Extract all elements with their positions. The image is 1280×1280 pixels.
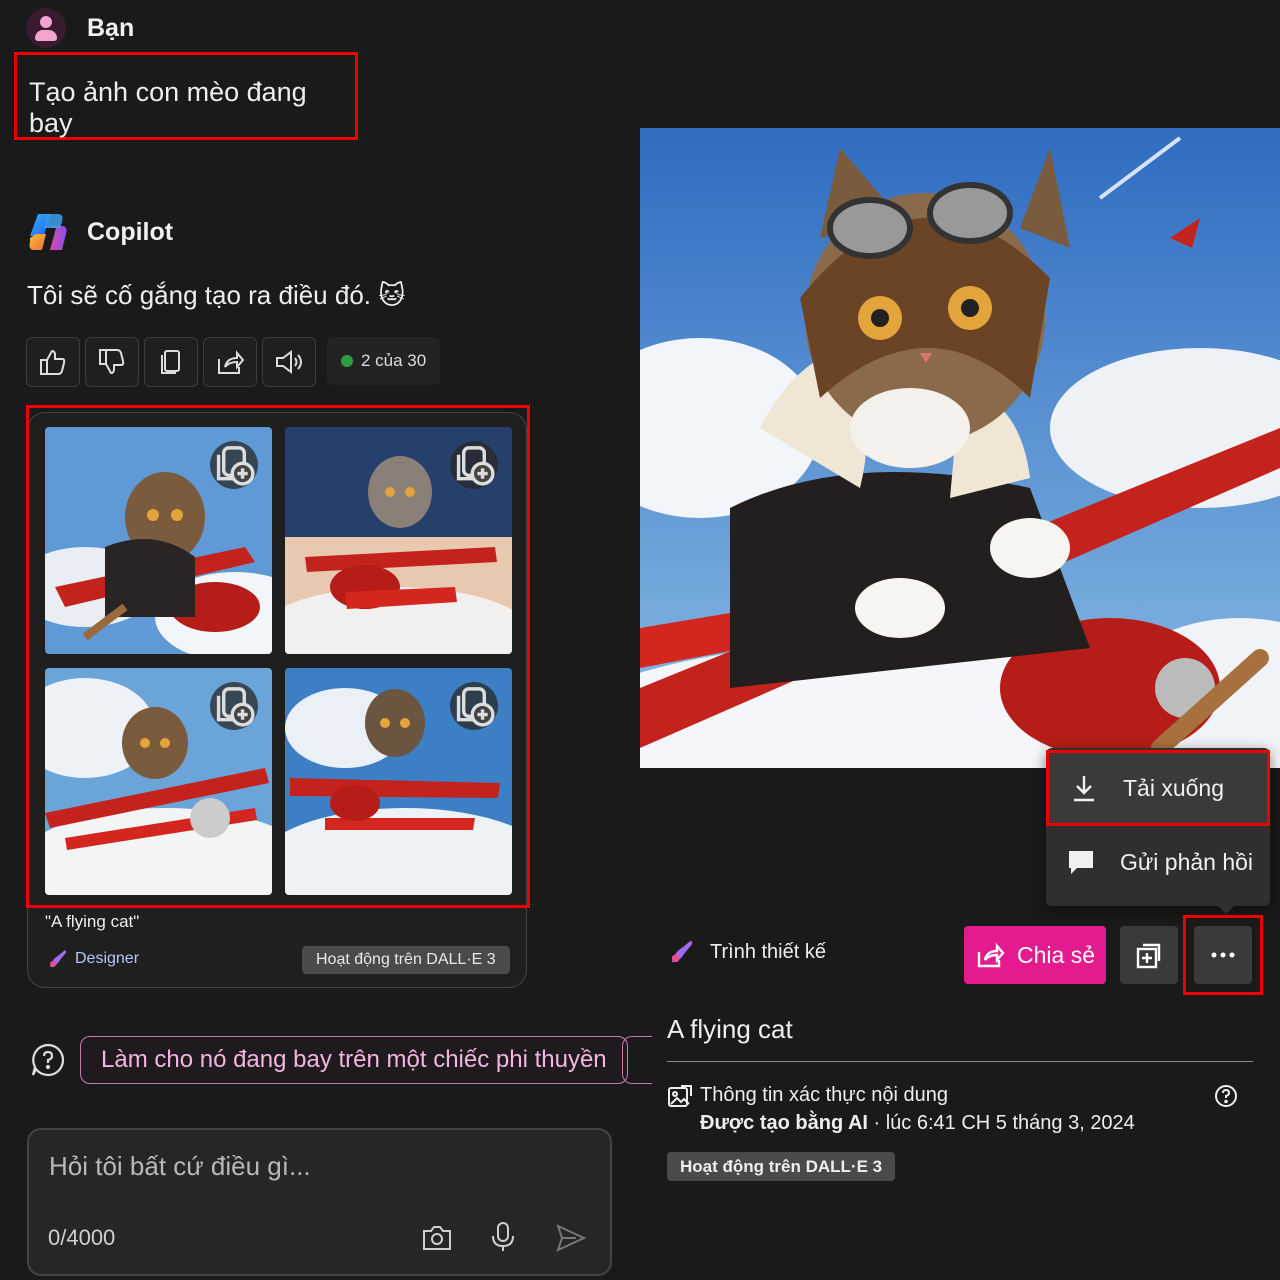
suggestion-chip-next[interactable]: [622, 1036, 652, 1084]
user-message: Tạo ảnh con mèo đang bay: [14, 52, 358, 140]
download-label: Tải xuống: [1123, 774, 1225, 801]
share-icon: [977, 942, 1005, 968]
response-actions: 2 của 30: [26, 337, 441, 387]
designer-icon: [671, 940, 693, 963]
dislike-button[interactable]: [85, 337, 139, 387]
copilot-logo-icon: [29, 214, 67, 250]
feedback-label: Gửi phản hồi: [1120, 848, 1254, 875]
dislike-icon: [99, 349, 125, 375]
designer-link[interactable]: Designer: [47, 948, 139, 970]
copilot-name: Copilot: [87, 218, 174, 246]
suggestion-chip[interactable]: Làm cho nó đang bay trên một chiếc phi t…: [80, 1036, 628, 1084]
dalle-badge: Hoạt động trên DALL·E 3: [667, 1152, 896, 1181]
collection-add-icon: [1136, 943, 1161, 969]
image-title: A flying cat: [667, 1014, 793, 1044]
char-count: 0/4000: [48, 1225, 116, 1250]
designer-label: Designer: [75, 950, 140, 967]
share-icon: [218, 350, 245, 374]
chat-input-box: [27, 1128, 612, 1276]
share-button[interactable]: Chia sẻ: [964, 926, 1106, 984]
copy-icon: [161, 350, 180, 374]
designer-app-label[interactable]: Trình thiết kế: [668, 938, 826, 966]
status-dot: [341, 355, 353, 367]
like-icon: [40, 349, 66, 375]
download-menu-item[interactable]: Tải xuống: [1046, 750, 1270, 826]
flying-cat-large-image: [640, 128, 1280, 768]
copilot-reply: Tôi sẽ cố gắng tạo ra điều đó. 🐱: [27, 280, 406, 310]
download-icon: [1074, 776, 1094, 802]
more-options-highlight: [1183, 915, 1263, 995]
content-credentials-detail: Được tạo bằng AI · lúc 6:41 CH 5 tháng 3…: [700, 1112, 1135, 1135]
content-credentials-icon: [668, 1085, 692, 1107]
camera-icon[interactable]: [420, 1221, 454, 1255]
dalle-badge: Hoạt động trên DALL·E 3: [302, 946, 510, 974]
user-avatar: [26, 8, 66, 48]
image-grid-highlight: [26, 405, 530, 908]
generated-time: · lúc 6:41 CH 5 tháng 3, 2024: [867, 1112, 1135, 1134]
counter-text: 2 của 30: [361, 351, 427, 370]
user-name: Bạn: [87, 14, 135, 42]
content-credentials-title: Thông tin xác thực nội dung: [700, 1084, 948, 1106]
help-icon[interactable]: [1214, 1084, 1238, 1108]
menu-pointer: [1216, 904, 1236, 914]
share-button[interactable]: [203, 337, 257, 387]
divider: [667, 1061, 1253, 1062]
copy-button[interactable]: [144, 337, 198, 387]
response-counter: 2 của 30: [327, 337, 441, 385]
more-options-menu: Tải xuống Gửi phản hồi: [1046, 748, 1270, 906]
share-label: Chia sẻ: [1017, 941, 1095, 968]
speaker-icon: [276, 350, 302, 374]
designer-app-name: Trình thiết kế: [710, 940, 826, 963]
designer-icon: [50, 950, 66, 967]
feedback-icon: [1069, 851, 1093, 874]
ai-generated-label: Được tạo bằng AI: [700, 1112, 868, 1134]
image-caption: "A flying cat": [45, 912, 140, 931]
like-button[interactable]: [26, 337, 80, 387]
selected-image-preview[interactable]: [640, 128, 1280, 768]
read-aloud-button[interactable]: [262, 337, 316, 387]
question-bubble-icon[interactable]: [30, 1042, 66, 1078]
chat-input[interactable]: [47, 1150, 591, 1183]
feedback-menu-item[interactable]: Gửi phản hồi: [1046, 824, 1270, 900]
add-to-collection-button[interactable]: [1120, 926, 1178, 984]
send-icon[interactable]: [554, 1221, 588, 1255]
microphone-icon[interactable]: [486, 1220, 520, 1254]
